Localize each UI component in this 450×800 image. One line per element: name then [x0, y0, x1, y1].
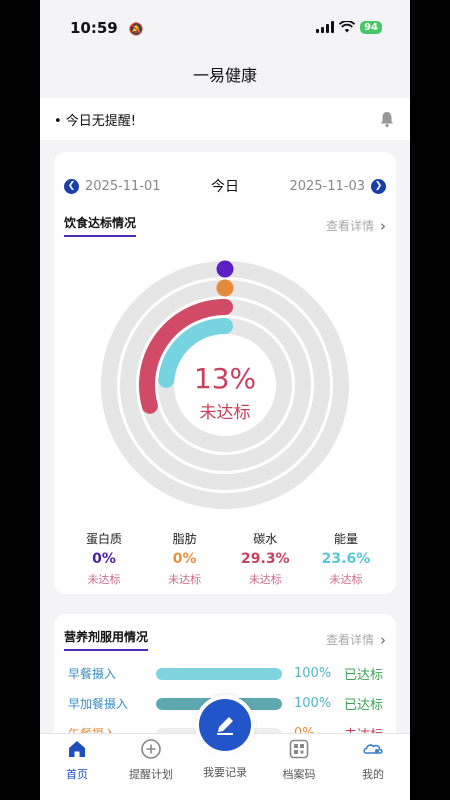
mute-bell-icon: 🔕: [128, 21, 144, 36]
supp-percent: 100%: [294, 696, 332, 711]
wifi-icon: [339, 21, 356, 33]
tab-label: 我要记录: [203, 766, 247, 779]
tab-record[interactable]: 我要记录: [188, 764, 262, 780]
stat-label: 脂肪: [172, 532, 197, 546]
tab-archive-code[interactable]: 档案码: [262, 738, 336, 782]
overall-percent: 13%: [193, 362, 257, 395]
reminder-bar[interactable]: • 今日无提醒!: [40, 98, 410, 140]
next-date[interactable]: 2025-11-03: [289, 179, 365, 194]
prev-date[interactable]: 2025-11-01: [85, 179, 161, 194]
clock: 10:59: [70, 18, 118, 37]
stat-fat: 脂肪 0% 未达标: [145, 530, 225, 587]
diet-section-header: 饮食达标情况 查看详情 ›: [64, 214, 386, 237]
supp-status: 已达标: [344, 698, 384, 713]
supp-percent: 100%: [294, 666, 332, 681]
edit-icon: [217, 717, 233, 735]
home-icon: [69, 741, 85, 757]
stat-value: 0%: [172, 551, 197, 567]
record-fab[interactable]: [195, 695, 255, 755]
tab-home[interactable]: 首页: [40, 738, 114, 782]
tab-label: 提醒计划: [129, 768, 173, 781]
page-title: 一易健康: [192, 66, 257, 85]
diet-section-title: 饮食达标情况: [64, 214, 137, 237]
current-date-label: 今日: [211, 179, 239, 195]
bell-icon[interactable]: [378, 110, 396, 128]
stat-value: 29.3%: [241, 551, 290, 567]
prev-day[interactable]: ❮ 2025-11-01: [64, 178, 161, 194]
supp-row: 早餐摄入 100% 已达标: [68, 664, 390, 683]
supp-name: 早餐摄入: [68, 667, 117, 681]
status-left: 10:59 🔕: [70, 18, 144, 37]
app-screen: 10:59 🔕 94 一易健康 • 今日无提醒! ❮ 2025-11-01 今日…: [40, 0, 410, 800]
ring-protein-dot: [216, 260, 234, 278]
stat-label: 碳水: [253, 532, 278, 546]
supp-section-title: 营养剂服用情况: [64, 628, 149, 651]
reminder-text: • 今日无提醒!: [54, 113, 137, 129]
stat-status: 未达标: [168, 573, 202, 586]
battery-badge: 94: [360, 20, 382, 34]
stat-carbs: 碳水 29.3% 未达标: [225, 530, 305, 587]
stat-value: 23.6%: [321, 551, 371, 567]
diet-details-link[interactable]: 查看详情 ›: [326, 217, 386, 235]
tab-label: 首页: [66, 768, 88, 781]
date-navigator: ❮ 2025-11-01 今日 2025-11-03 ❯: [64, 176, 386, 196]
supp-section-header: 营养剂服用情况 查看详情 ›: [64, 628, 386, 651]
chevron-left-icon[interactable]: ❮: [64, 178, 79, 194]
cloud-user-icon: [363, 744, 383, 754]
ring-fat-dot: [216, 279, 234, 297]
stat-status: 未达标: [329, 573, 363, 586]
stat-protein: 蛋白质 0% 未达标: [64, 530, 144, 587]
nutrient-ring-chart: 13% 未达标: [90, 250, 360, 520]
tab-mine[interactable]: 我的: [336, 738, 410, 782]
supp-name: 早加餐摄入: [68, 697, 129, 711]
supp-details-link[interactable]: 查看详情 ›: [326, 631, 386, 649]
stat-status: 未达标: [248, 573, 282, 586]
nutrient-stats: 蛋白质 0% 未达标 脂肪 0% 未达标 碳水 29.3% 未达标 能量 23.…: [64, 530, 386, 587]
diet-card: ❮ 2025-11-01 今日 2025-11-03 ❯ 饮食达标情况 查看详情…: [54, 152, 396, 594]
status-right: 94: [316, 20, 382, 34]
chevron-right-icon: ›: [380, 216, 386, 235]
stat-status: 未达标: [87, 573, 121, 586]
overall-status: 未达标: [199, 403, 251, 423]
tab-label: 档案码: [282, 768, 316, 781]
details-label: 查看详情: [325, 633, 374, 647]
supp-progress-fill: [156, 667, 282, 680]
stat-energy: 能量 23.6% 未达标: [306, 530, 386, 587]
signal-icon: [316, 21, 335, 33]
tab-reminder-plan[interactable]: 提醒计划: [114, 738, 188, 782]
tab-label: 我的: [362, 768, 384, 781]
stat-value: 0%: [92, 551, 116, 567]
supp-status: 已达标: [344, 668, 384, 683]
record-fab-inner[interactable]: [199, 699, 251, 751]
stat-label: 能量: [333, 532, 358, 546]
plus-circle-icon: [141, 739, 161, 759]
qr-code-icon: [289, 739, 309, 759]
status-bar: 10:59 🔕 94: [40, 0, 410, 54]
chevron-right-circle-icon[interactable]: ❯: [371, 178, 386, 194]
supp-progress-track: [156, 667, 282, 680]
next-day[interactable]: 2025-11-03 ❯: [289, 178, 386, 194]
details-label: 查看详情: [325, 219, 374, 233]
stat-label: 蛋白质: [85, 532, 122, 546]
chevron-right-icon: ›: [380, 630, 386, 649]
